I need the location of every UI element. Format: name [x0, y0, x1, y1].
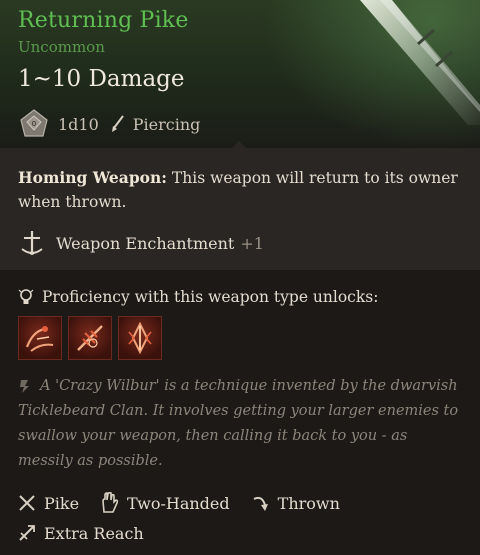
weapon-actions	[18, 316, 162, 360]
lacerate-glyph-icon	[77, 325, 103, 351]
crossed-pikes-icon	[19, 495, 35, 511]
enchantment-label: Weapon Enchantment	[56, 233, 235, 253]
svg-text:0: 0	[32, 120, 36, 128]
item-rarity: Uncommon	[18, 38, 105, 56]
enchantment-row[interactable]: Weapon Enchantment +1	[18, 228, 264, 258]
hand-icon	[102, 492, 119, 513]
damage-type: Piercing	[132, 114, 201, 134]
tag-pike[interactable]: Pike	[18, 494, 79, 513]
tag-thrown[interactable]: Thrown	[250, 493, 340, 513]
item-name: Returning Pike	[18, 8, 189, 33]
lightbulb-icon	[18, 289, 34, 304]
dice-row: 0 1d10 Piercing	[18, 108, 200, 140]
tag-line-1: Pike Two-Handed Thrown	[18, 488, 360, 518]
sword-enchant-icon	[21, 231, 43, 255]
spear-glyph-icon	[128, 321, 152, 355]
damage-range: 1~10 Damage	[18, 66, 185, 92]
lore-text: A 'Crazy Wilbur' is a technique invented…	[18, 378, 459, 469]
lacerate-action-icon[interactable]	[68, 316, 112, 360]
thrown-arc-icon	[253, 496, 268, 511]
proficiency-row: Proficiency with this weapon type unlock…	[18, 284, 378, 310]
damage-dice: 1d10	[58, 114, 99, 134]
tag-pike-label: Pike	[44, 493, 80, 513]
extra-reach-icon	[19, 525, 35, 541]
flourish-glyph-icon	[25, 326, 54, 352]
item-tooltip: Returning Pike Uncommon 1~10 Damage 0 1d…	[0, 0, 480, 555]
piercing-icon	[111, 115, 124, 132]
pike-weapon-art	[360, 0, 480, 125]
tag-line-2: Extra Reach	[18, 518, 360, 548]
lore-quote-icon	[20, 380, 29, 393]
lore-block: A 'Crazy Wilbur' is a technique invented…	[18, 374, 463, 474]
section-notch-top	[232, 141, 246, 148]
tag-extra-reach-label: Extra Reach	[44, 523, 144, 543]
tag-extra-reach[interactable]: Extra Reach	[18, 524, 144, 543]
d10-dice-icon: 0	[20, 109, 48, 137]
homing-description: Homing Weapon: This weapon will return t…	[18, 166, 468, 214]
flourish-action-icon[interactable]	[18, 316, 62, 360]
tag-two-handed-label: Two-Handed	[127, 493, 230, 513]
enchantment-value: +1	[240, 233, 264, 253]
tag-thrown-label: Thrown	[277, 493, 340, 513]
homing-title: Homing Weapon:	[18, 168, 167, 187]
lower-section: Proficiency with this weapon type unlock…	[0, 270, 480, 555]
tooltip-header: Returning Pike Uncommon 1~10 Damage 0 1d…	[0, 0, 480, 160]
weapon-tags: Pike Two-Handed Thrown Extra Reach	[18, 488, 360, 548]
tag-two-handed[interactable]: Two-Handed	[99, 492, 230, 514]
pommel-strike-action-icon[interactable]	[118, 316, 162, 360]
homing-section: Homing Weapon: This weapon will return t…	[0, 148, 480, 270]
proficiency-label: Proficiency with this weapon type unlock…	[42, 288, 379, 306]
